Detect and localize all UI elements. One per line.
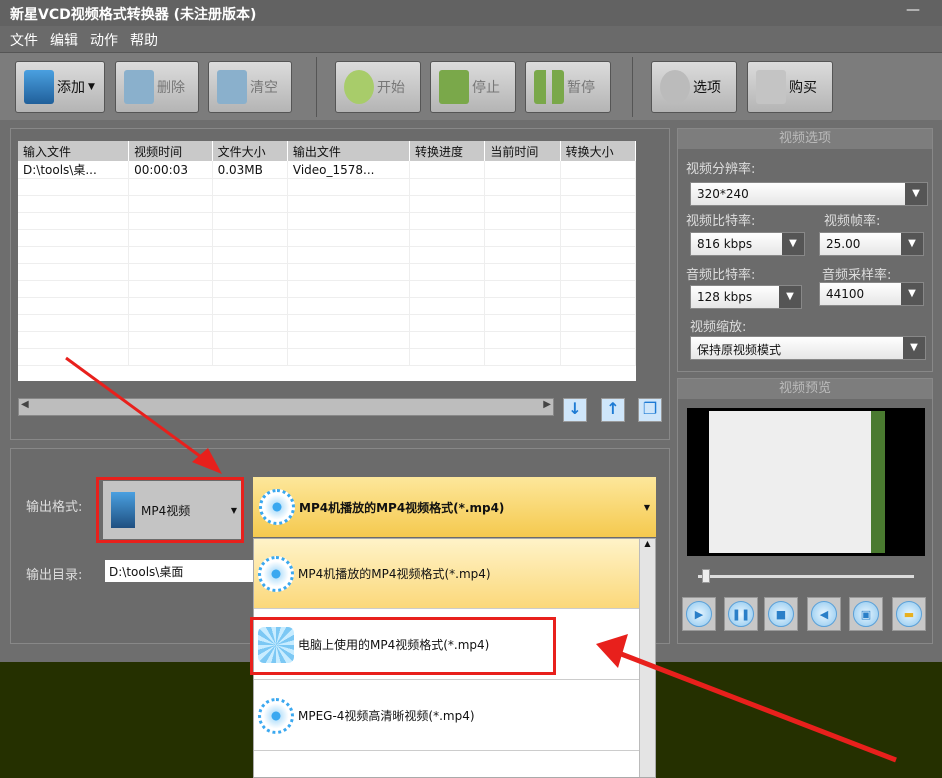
arrow-to-format <box>65 356 222 474</box>
arrow-to-option <box>596 634 897 763</box>
annotation-arrows <box>65 356 897 763</box>
